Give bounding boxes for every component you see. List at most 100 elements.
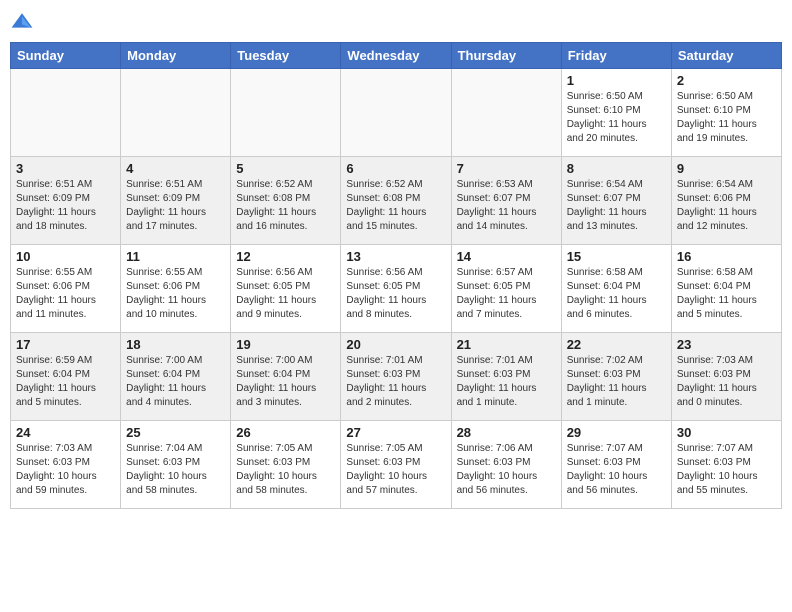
day-number: 27 [346,425,445,440]
day-number: 26 [236,425,335,440]
calendar-day-cell [121,69,231,157]
calendar-day-cell: 10 Sunrise: 6:55 AM Sunset: 6:06 PM Dayli… [11,245,121,333]
calendar-week-row: 1 Sunrise: 6:50 AM Sunset: 6:10 PM Daylig… [11,69,782,157]
day-info: Sunrise: 6:57 AM Sunset: 6:05 PM Dayligh… [457,266,556,322]
calendar-day-cell [11,69,121,157]
weekday-header: Monday [121,43,231,69]
day-info: Sunrise: 6:55 AM Sunset: 6:06 PM Dayligh… [126,266,225,322]
calendar-day-cell [341,69,451,157]
day-info: Sunrise: 6:53 AM Sunset: 6:07 PM Dayligh… [457,178,556,234]
calendar-day-cell: 18Sunrise: 7:00 AM Sunset: 6:04 PM Dayli… [121,333,231,421]
day-number: 19 [236,337,335,352]
calendar-day-cell: 13Sunrise: 6:56 AM Sunset: 6:05 PM Dayli… [341,245,451,333]
calendar-day-cell: 30 Sunrise: 7:07 AM Sunset: 6:03 PM Dayli… [671,421,781,509]
day-number: 17 [16,337,115,352]
calendar-day-cell: 21 Sunrise: 7:01 AM Sunset: 6:03 PM Dayli… [451,333,561,421]
day-number: 10 [16,249,115,264]
calendar-day-cell: 28Sunrise: 7:06 AM Sunset: 6:03 PM Dayli… [451,421,561,509]
day-number: 24 [16,425,115,440]
day-info: Sunrise: 6:50 AM Sunset: 6:10 PM Dayligh… [567,90,666,146]
calendar-day-cell [231,69,341,157]
calendar-day-cell: 3 Sunrise: 6:51 AM Sunset: 6:09 PM Daylig… [11,157,121,245]
weekday-header: Saturday [671,43,781,69]
day-info: Sunrise: 6:55 AM Sunset: 6:06 PM Dayligh… [16,266,115,322]
day-info: Sunrise: 6:50 AM Sunset: 6:10 PM Dayligh… [677,90,776,146]
day-info: Sunrise: 6:54 AM Sunset: 6:06 PM Dayligh… [677,178,776,234]
page-header [10,10,782,34]
calendar-day-cell: 11 Sunrise: 6:55 AM Sunset: 6:06 PM Dayli… [121,245,231,333]
day-info: Sunrise: 6:58 AM Sunset: 6:04 PM Dayligh… [567,266,666,322]
calendar-day-cell: 27 Sunrise: 7:05 AM Sunset: 6:03 PM Dayli… [341,421,451,509]
day-info: Sunrise: 7:03 AM Sunset: 6:03 PM Dayligh… [16,442,115,498]
weekday-header: Wednesday [341,43,451,69]
calendar-day-cell: 16Sunrise: 6:58 AM Sunset: 6:04 PM Dayli… [671,245,781,333]
weekday-header: Tuesday [231,43,341,69]
day-number: 3 [16,161,115,176]
day-number: 28 [457,425,556,440]
calendar-day-cell: 29 Sunrise: 7:07 AM Sunset: 6:03 PM Dayli… [561,421,671,509]
calendar-day-cell: 15 Sunrise: 6:58 AM Sunset: 6:04 PM Dayli… [561,245,671,333]
day-info: Sunrise: 6:59 AM Sunset: 6:04 PM Dayligh… [16,354,115,410]
calendar-week-row: 10 Sunrise: 6:55 AM Sunset: 6:06 PM Dayli… [11,245,782,333]
day-number: 22 [567,337,666,352]
logo [10,10,38,34]
day-number: 2 [677,73,776,88]
day-info: Sunrise: 7:00 AM Sunset: 6:04 PM Dayligh… [236,354,335,410]
day-info: Sunrise: 6:52 AM Sunset: 6:08 PM Dayligh… [346,178,445,234]
day-info: Sunrise: 6:56 AM Sunset: 6:05 PM Dayligh… [236,266,335,322]
calendar-week-row: 17 Sunrise: 6:59 AM Sunset: 6:04 PM Dayli… [11,333,782,421]
day-number: 25 [126,425,225,440]
weekday-header: Sunday [11,43,121,69]
day-info: Sunrise: 7:07 AM Sunset: 6:03 PM Dayligh… [567,442,666,498]
calendar-day-cell: 1 Sunrise: 6:50 AM Sunset: 6:10 PM Daylig… [561,69,671,157]
calendar-week-row: 3 Sunrise: 6:51 AM Sunset: 6:09 PM Daylig… [11,157,782,245]
calendar-day-cell: 6 Sunrise: 6:52 AM Sunset: 6:08 PM Daylig… [341,157,451,245]
day-number: 11 [126,249,225,264]
calendar-day-cell: 7Sunrise: 6:53 AM Sunset: 6:07 PM Daylig… [451,157,561,245]
calendar-day-cell: 5 Sunrise: 6:52 AM Sunset: 6:08 PM Daylig… [231,157,341,245]
day-info: Sunrise: 7:03 AM Sunset: 6:03 PM Dayligh… [677,354,776,410]
calendar-header-row: SundayMondayTuesdayWednesdayThursdayFrid… [11,43,782,69]
day-number: 30 [677,425,776,440]
weekday-header: Friday [561,43,671,69]
calendar-day-cell: 17 Sunrise: 6:59 AM Sunset: 6:04 PM Dayli… [11,333,121,421]
day-number: 15 [567,249,666,264]
day-info: Sunrise: 6:51 AM Sunset: 6:09 PM Dayligh… [126,178,225,234]
day-number: 23 [677,337,776,352]
calendar-table: SundayMondayTuesdayWednesdayThursdayFrid… [10,42,782,509]
day-info: Sunrise: 7:02 AM Sunset: 6:03 PM Dayligh… [567,354,666,410]
calendar-day-cell: 12 Sunrise: 6:56 AM Sunset: 6:05 PM Dayli… [231,245,341,333]
day-info: Sunrise: 7:04 AM Sunset: 6:03 PM Dayligh… [126,442,225,498]
day-number: 21 [457,337,556,352]
calendar-day-cell: 14Sunrise: 6:57 AM Sunset: 6:05 PM Dayli… [451,245,561,333]
day-info: Sunrise: 6:54 AM Sunset: 6:07 PM Dayligh… [567,178,666,234]
calendar-day-cell: 26 Sunrise: 7:05 AM Sunset: 6:03 PM Dayli… [231,421,341,509]
calendar-day-cell: 22 Sunrise: 7:02 AM Sunset: 6:03 PM Dayli… [561,333,671,421]
day-number: 4 [126,161,225,176]
day-number: 5 [236,161,335,176]
calendar-week-row: 24 Sunrise: 7:03 AM Sunset: 6:03 PM Dayli… [11,421,782,509]
calendar-day-cell: 24 Sunrise: 7:03 AM Sunset: 6:03 PM Dayli… [11,421,121,509]
day-info: Sunrise: 6:52 AM Sunset: 6:08 PM Dayligh… [236,178,335,234]
day-number: 9 [677,161,776,176]
day-info: Sunrise: 7:01 AM Sunset: 6:03 PM Dayligh… [457,354,556,410]
day-info: Sunrise: 7:05 AM Sunset: 6:03 PM Dayligh… [236,442,335,498]
day-number: 6 [346,161,445,176]
day-info: Sunrise: 7:07 AM Sunset: 6:03 PM Dayligh… [677,442,776,498]
calendar-day-cell [451,69,561,157]
calendar-day-cell: 25 Sunrise: 7:04 AM Sunset: 6:03 PM Dayli… [121,421,231,509]
day-info: Sunrise: 7:01 AM Sunset: 6:03 PM Dayligh… [346,354,445,410]
weekday-header: Thursday [451,43,561,69]
day-number: 20 [346,337,445,352]
logo-icon [10,10,34,34]
calendar-day-cell: 20 Sunrise: 7:01 AM Sunset: 6:03 PM Dayli… [341,333,451,421]
day-info: Sunrise: 6:56 AM Sunset: 6:05 PM Dayligh… [346,266,445,322]
day-number: 29 [567,425,666,440]
calendar-day-cell: 9 Sunrise: 6:54 AM Sunset: 6:06 PM Daylig… [671,157,781,245]
day-number: 12 [236,249,335,264]
day-number: 8 [567,161,666,176]
day-number: 1 [567,73,666,88]
day-info: Sunrise: 6:51 AM Sunset: 6:09 PM Dayligh… [16,178,115,234]
day-info: Sunrise: 7:05 AM Sunset: 6:03 PM Dayligh… [346,442,445,498]
calendar-day-cell: 4 Sunrise: 6:51 AM Sunset: 6:09 PM Daylig… [121,157,231,245]
